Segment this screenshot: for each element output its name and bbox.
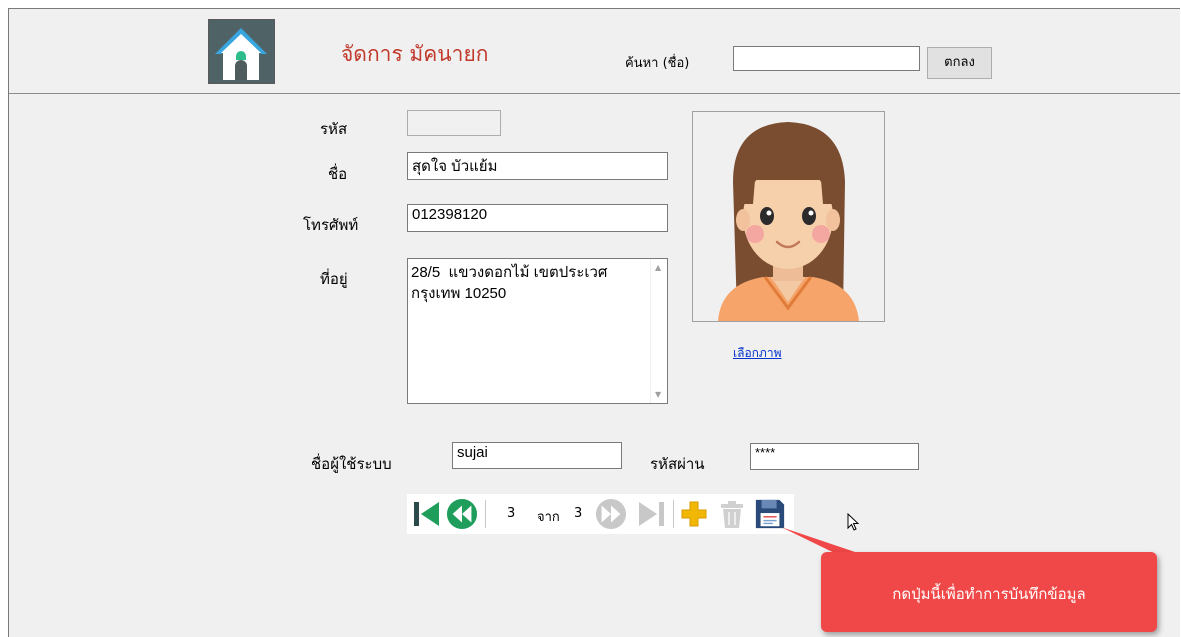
password-field[interactable]: **** bbox=[750, 443, 919, 470]
nav-separator bbox=[673, 500, 674, 528]
of-label: จาก bbox=[537, 510, 560, 525]
search-button[interactable]: ตกลง bbox=[927, 47, 992, 79]
next-record-icon[interactable] bbox=[594, 498, 628, 530]
callout-text: กดปุ่มนี้เพื่อทำการบันทึกข้อมูล bbox=[892, 585, 1086, 603]
add-icon[interactable] bbox=[679, 498, 709, 530]
delete-icon[interactable] bbox=[717, 498, 747, 530]
scroll-up-icon[interactable]: ▲ bbox=[655, 263, 661, 272]
mouse-cursor-icon bbox=[847, 513, 860, 531]
nav-separator bbox=[485, 500, 486, 528]
search-label: ค้นหา (ชื่อ) bbox=[625, 56, 690, 71]
position-value[interactable]: 3 bbox=[507, 506, 515, 521]
page-title: จัดการ มัคนายก bbox=[341, 42, 489, 66]
username-field[interactable]: sujai bbox=[452, 442, 622, 469]
password-label: รหัสผ่าน bbox=[650, 455, 705, 473]
phone-field[interactable]: 012398120 bbox=[407, 204, 668, 232]
last-record-icon[interactable] bbox=[637, 498, 667, 530]
total-records: 3 bbox=[574, 506, 583, 521]
record-navigator: 3 จาก 3 bbox=[407, 494, 794, 534]
address-text: 28/5 แขวงดอกไม้ เขตประเวศ กรุงเทพ 10250 bbox=[411, 264, 608, 302]
phone-label: โทรศัพท์ bbox=[303, 216, 359, 234]
select-photo-link[interactable]: เลือกภาพ bbox=[733, 344, 782, 363]
first-record-icon[interactable] bbox=[411, 498, 441, 530]
previous-record-icon[interactable] bbox=[445, 498, 479, 530]
girl-avatar-icon bbox=[718, 122, 859, 321]
photo-box bbox=[692, 111, 885, 322]
home-icon bbox=[209, 20, 274, 83]
username-label: ชื่อผู้ใช้ระบบ bbox=[311, 455, 392, 473]
name-label: ชื่อ bbox=[328, 165, 348, 183]
search-input[interactable] bbox=[733, 46, 920, 71]
address-label: ที่อยู่ bbox=[320, 270, 348, 288]
home-button[interactable] bbox=[208, 19, 275, 84]
address-scrollbar[interactable]: ▲ ▼ bbox=[650, 259, 667, 403]
callout-tooltip: กดปุ่มนี้เพื่อทำการบันทึกข้อมูล bbox=[821, 552, 1157, 632]
id-field[interactable] bbox=[407, 110, 501, 136]
scroll-down-icon[interactable]: ▼ bbox=[655, 390, 661, 399]
header-bar bbox=[9, 9, 1180, 94]
id-label: รหัส bbox=[320, 120, 348, 138]
name-field[interactable]: สุดใจ บัวแย้ม bbox=[407, 152, 668, 180]
address-textarea[interactable]: 28/5 แขวงดอกไม้ เขตประเวศ กรุงเทพ 10250 … bbox=[407, 258, 668, 404]
